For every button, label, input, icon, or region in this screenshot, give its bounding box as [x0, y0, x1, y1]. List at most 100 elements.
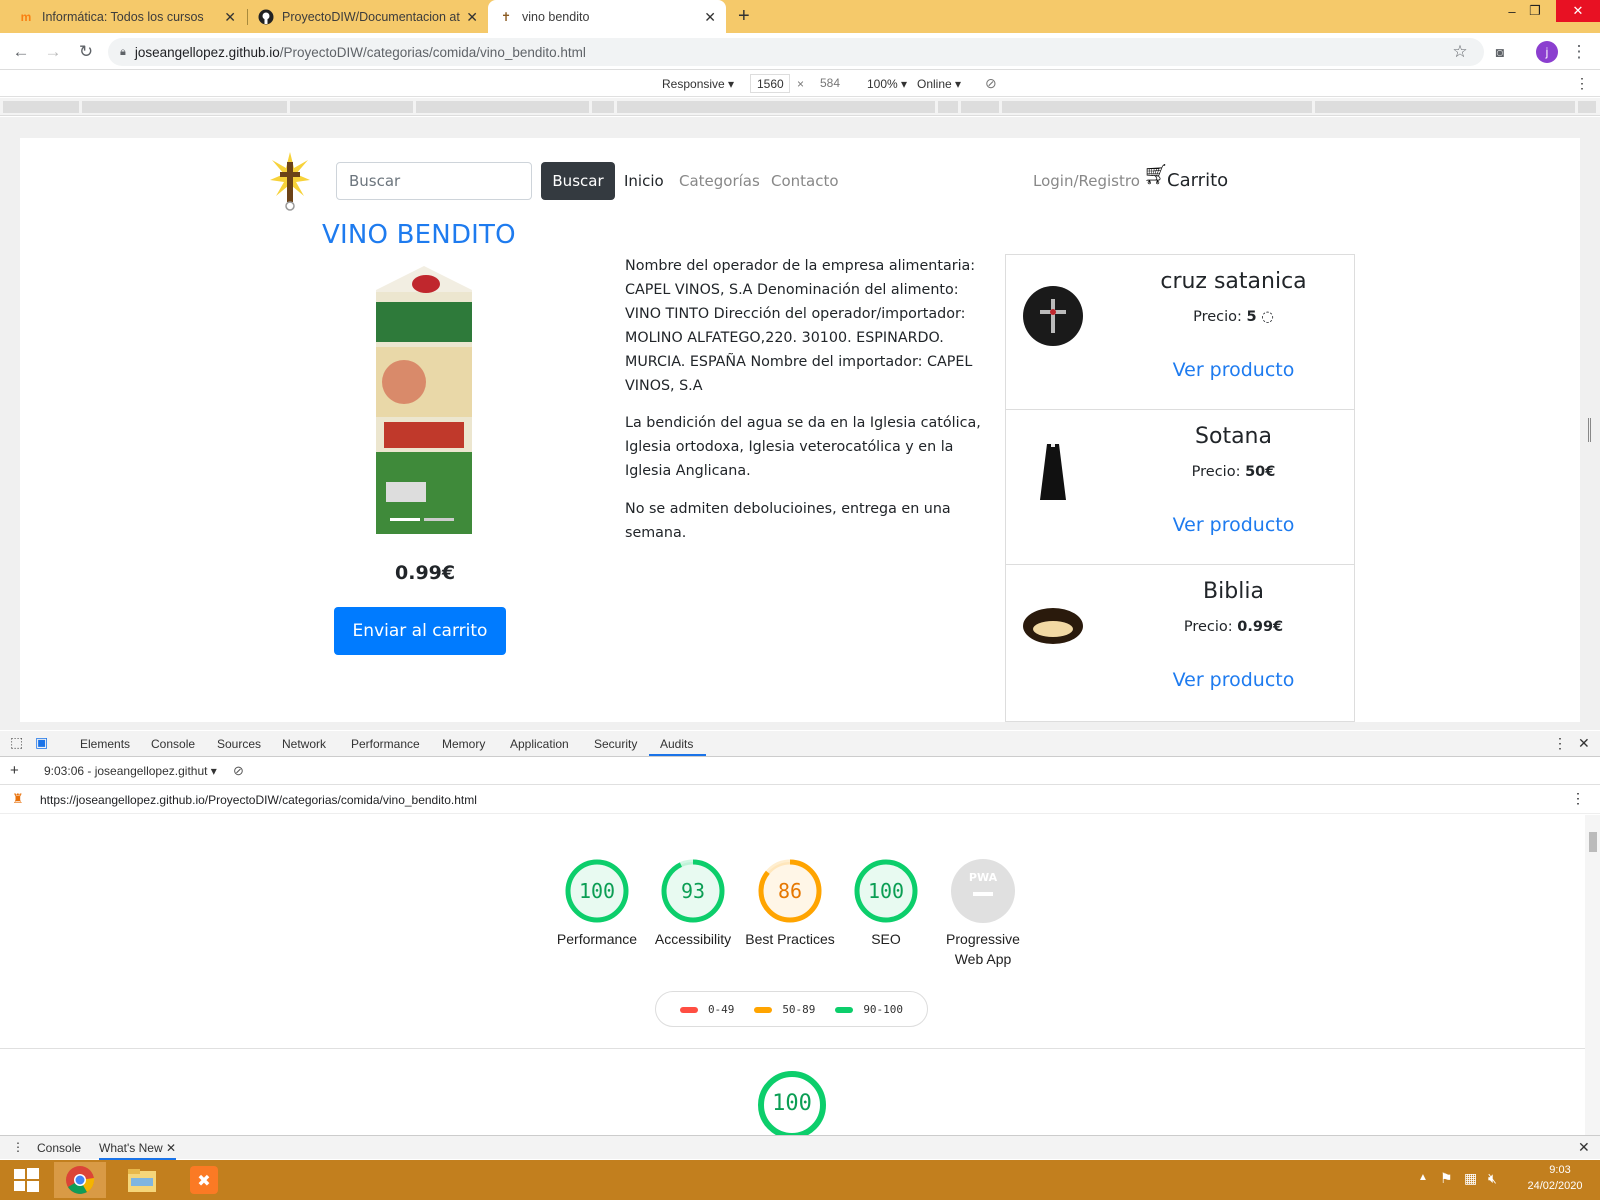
network-icon[interactable]: ▦ — [1464, 1170, 1477, 1187]
rotate-icon[interactable]: ⊘ — [985, 75, 997, 92]
browser-tab-github[interactable]: ProyectoDIW/Documentacion at ✕ — [248, 0, 488, 33]
times-icon: × — [797, 77, 805, 91]
tab-memory[interactable]: Memory — [442, 737, 485, 751]
file-explorer-icon[interactable] — [116, 1162, 168, 1198]
close-icon[interactable]: ✕ — [466, 9, 478, 26]
inspect-icon[interactable]: ⬚ — [10, 734, 23, 751]
address-bar[interactable]: 🔒︎ joseangellopez.github.io/ProyectoDIW/… — [108, 38, 1484, 66]
close-icon[interactable]: ✕ — [1578, 1139, 1590, 1156]
page-viewport: Buscar Buscar Inicio Categorías Contacto… — [20, 138, 1580, 722]
related-card: cruz satanica Precio: 5 ◌ Ver producto — [1005, 254, 1355, 412]
active-tab-indicator — [649, 754, 706, 756]
volume-icon[interactable]: 🔇︎ — [1488, 1170, 1497, 1187]
forward-icon[interactable]: → — [42, 41, 64, 63]
menu-icon[interactable]: ⋮ — [1568, 41, 1590, 63]
score-gauge-seo[interactable]: 100 SEO — [836, 857, 936, 949]
view-product-link[interactable]: Ver producto — [1121, 669, 1346, 691]
chrome-icon[interactable] — [54, 1162, 106, 1198]
product-description-2: La bendición del agua se da en la Iglesi… — [625, 415, 981, 479]
product-description-3: No se admiten debolucioines, entrega en … — [625, 501, 951, 541]
devtools-tabbar: ⬚ ▣ Elements Console Sources Network Per… — [0, 731, 1600, 757]
cart-icon[interactable]: 🛒︎ — [1143, 162, 1168, 186]
related-card: Sotana Precio: 50€ Ver producto — [1005, 409, 1355, 567]
score-gauge-best-practices[interactable]: 86 Best Practices — [740, 857, 840, 949]
tray-expand-icon[interactable]: ▲ — [1418, 1172, 1428, 1183]
back-icon[interactable]: ← — [10, 41, 32, 63]
product-description-1: Nombre del operador de la empresa alimen… — [625, 258, 976, 394]
tab-performance[interactable]: Performance — [351, 737, 420, 751]
related-price: Precio: 50€ — [1191, 464, 1276, 480]
nav-inicio[interactable]: Inicio — [624, 172, 664, 190]
site-logo[interactable] — [268, 150, 312, 212]
nav-categorias[interactable]: Categorías — [679, 172, 760, 190]
close-icon[interactable]: ✕ — [704, 9, 716, 26]
throttle-select[interactable]: Online ▾ — [917, 77, 961, 91]
xampp-icon[interactable]: ✖ — [178, 1162, 230, 1198]
clock-time[interactable]: 9:03 — [1535, 1164, 1585, 1176]
score-gauge-accessibility[interactable]: 93 Accessibility — [643, 857, 743, 949]
report-url: https://joseangellopez.github.io/Proyect… — [40, 793, 477, 807]
score-legend: 0-49 50-89 90-100 — [655, 991, 928, 1027]
report-scrollbar[interactable] — [1585, 815, 1600, 1135]
score-gauge-performance[interactable]: 100 Performance — [547, 857, 647, 949]
legend-fail: 0-49 — [679, 1003, 734, 1016]
zoom-select[interactable]: 100% ▾ — [867, 77, 907, 91]
nav-contacto[interactable]: Contacto — [771, 172, 839, 190]
close-icon[interactable]: ✕ — [224, 9, 236, 26]
close-window-button[interactable]: ✕ — [1556, 0, 1600, 22]
new-audit-icon[interactable]: + — [10, 762, 19, 779]
new-tab-button[interactable]: + — [738, 5, 750, 28]
cross-icon: ✝ — [500, 9, 512, 24]
clock-date[interactable]: 24/02/2020 — [1520, 1180, 1590, 1192]
gauge-score: 86 — [778, 879, 802, 903]
report-url-bar: ♜ https://joseangellopez.github.io/Proye… — [0, 786, 1600, 814]
browser-tab-cursos[interactable]: m Informática: Todos los cursos ✕ — [8, 0, 246, 33]
performance-section-gauge[interactable]: 100 — [756, 1069, 828, 1135]
tab-sources[interactable]: Sources — [217, 737, 261, 751]
device-mode-select[interactable]: Responsive ▾ — [662, 77, 734, 91]
flag-icon[interactable]: ⚑ — [1440, 1170, 1453, 1187]
search-input[interactable]: Buscar — [336, 162, 532, 200]
reload-icon[interactable]: ↻ — [75, 41, 97, 63]
more-options-icon[interactable]: ⋮ — [1571, 790, 1585, 807]
star-icon[interactable]: ☆ — [1449, 41, 1471, 63]
search-button[interactable]: Buscar — [541, 162, 615, 200]
product-price: 0.99€ — [395, 562, 456, 584]
report-select[interactable]: 9:03:06 - joseangellopez.githut ▾ — [44, 764, 217, 778]
profile-avatar[interactable]: j — [1536, 41, 1558, 63]
url-host: joseangellopez.github.io — [134, 44, 280, 60]
width-input[interactable]: 1560 — [750, 74, 790, 93]
camera-icon[interactable]: ◙ — [1489, 41, 1511, 63]
clear-icon[interactable]: ⊘ — [233, 763, 244, 779]
product-thumbnail — [1022, 285, 1084, 347]
tab-application[interactable]: Application — [510, 737, 569, 751]
tab-console[interactable]: Console — [151, 737, 195, 751]
more-options-icon[interactable]: ⋮ — [1553, 735, 1567, 752]
login-link[interactable]: Login/Registro — [1033, 172, 1140, 190]
score-gauge-progressive-web-app[interactable]: PWA Progressive Web App — [933, 857, 1033, 969]
close-icon[interactable]: ✕ — [1578, 735, 1590, 752]
drawer-menu-icon[interactable]: ⋮ — [12, 1140, 24, 1154]
cart-link[interactable]: Carrito — [1167, 170, 1228, 191]
view-product-link[interactable]: Ver producto — [1121, 359, 1346, 381]
media-query-bar[interactable] — [0, 98, 1600, 116]
tab-network[interactable]: Network — [282, 737, 326, 751]
browser-tab-vino[interactable]: ✝ vino bendito ✕ — [488, 0, 726, 33]
more-options-icon[interactable]: ⋮ — [1575, 75, 1589, 92]
device-toggle-icon[interactable]: ▣ — [35, 734, 48, 751]
related-name: Sotana — [1195, 424, 1272, 449]
tab-security[interactable]: Security — [594, 737, 637, 751]
tab-elements[interactable]: Elements — [80, 737, 130, 751]
tab-audits[interactable]: Audits — [660, 737, 693, 751]
add-to-cart-button[interactable]: Enviar al carrito — [334, 607, 506, 655]
restore-button[interactable]: ❐ — [1513, 0, 1557, 22]
product-image-carousel[interactable] — [356, 262, 492, 544]
windows-start-icon[interactable] — [0, 1162, 52, 1198]
drawer-tab-console[interactable]: Console — [37, 1141, 81, 1155]
pwa-badge: PWA — [969, 871, 998, 884]
drawer-tab-whats-new[interactable]: What's New ✕ — [99, 1141, 177, 1160]
viewport-resize-handle[interactable] — [1588, 418, 1591, 442]
gauge-label: Best Practices — [745, 931, 835, 947]
height-input[interactable]: 584 — [814, 74, 854, 93]
view-product-link[interactable]: Ver producto — [1121, 514, 1346, 536]
